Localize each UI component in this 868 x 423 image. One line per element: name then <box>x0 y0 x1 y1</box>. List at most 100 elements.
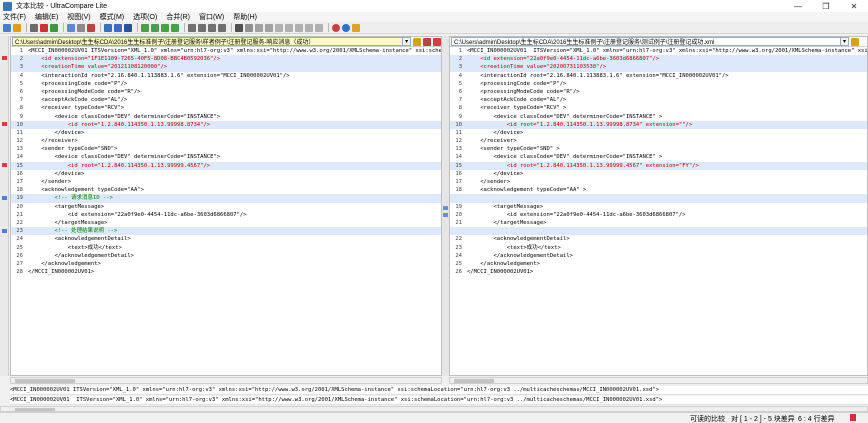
code-line[interactable]: 12 </receiver> <box>11 137 441 145</box>
open-folder-icon[interactable] <box>13 23 21 32</box>
bookmark-icon[interactable] <box>285 23 293 32</box>
code-line[interactable]: 14 <device classCode="DEV" determinerCod… <box>11 153 441 161</box>
code-line[interactable]: 11 </device> <box>450 129 867 137</box>
code-line[interactable]: 3 <creationTime value="20121108120000"/> <box>11 63 441 72</box>
sync-scroll-icon[interactable] <box>124 23 132 32</box>
paste-icon[interactable] <box>77 23 85 32</box>
code-line[interactable]: 9 <device classCode="DEV" determinerCode… <box>450 113 867 121</box>
code-line[interactable] <box>450 227 867 236</box>
code-line[interactable]: 17 </sender> <box>450 178 867 186</box>
compare-scroll-thumb[interactable] <box>15 408 55 411</box>
last-diff-icon[interactable] <box>171 23 179 32</box>
code-line[interactable]: 10 <id root="1.2.840.114350.1.13.99998.8… <box>11 120 441 129</box>
change-gutter[interactable] <box>0 36 9 376</box>
merge-right-arrow-icon[interactable] <box>443 206 448 210</box>
split-view-icon[interactable] <box>114 23 122 32</box>
code-line[interactable]: 14 <device classCode="DEV" determinerCod… <box>450 153 867 161</box>
left-horizontal-scrollbar[interactable] <box>10 377 442 384</box>
change-marker[interactable] <box>2 56 7 60</box>
left-file-pane[interactable]: ▾ 1 <MCCI_IN000002UV01 ITSVersion="XML_1.… <box>10 36 442 376</box>
code-line[interactable]: 7 <acceptAckCode code="AL"/> <box>450 96 867 104</box>
filter-icon[interactable] <box>305 23 313 32</box>
ignore-icon[interactable] <box>315 23 323 32</box>
right-file-pane[interactable]: ▾ 1 <MCCI_IN000002UV01 ITSVersion="XML_1.… <box>449 36 868 376</box>
code-line[interactable]: 7 <acceptAckCode code="AL"/> <box>11 96 441 104</box>
delete-icon[interactable] <box>87 23 95 32</box>
code-line[interactable]: 3 <creationTime value="20200731103538"/> <box>450 63 867 72</box>
code-line[interactable]: 21 <id extension="22a0f9e0-4454-11dc-a6b… <box>11 211 441 219</box>
help-icon[interactable] <box>342 23 350 32</box>
code-line[interactable]: 17 </sender> <box>11 178 441 186</box>
right-horizontal-scrollbar[interactable] <box>449 377 868 384</box>
save-all-icon[interactable] <box>235 23 243 32</box>
code-line[interactable]: 8 <receiver typeCode="RCV"> <box>11 104 441 112</box>
code-line[interactable]: 24 </acknowledgementDetail> <box>450 252 867 260</box>
recompare-icon[interactable] <box>50 23 58 32</box>
stop-icon[interactable] <box>40 23 48 32</box>
code-line[interactable]: 21 </targetMessage> <box>450 219 867 227</box>
next-diff-icon[interactable] <box>161 23 169 32</box>
code-line[interactable]: 1 <MCCI_IN000002UV01 ITSVersion="XML_1.0"… <box>11 47 441 55</box>
code-line[interactable]: 12 </receiver> <box>450 137 867 145</box>
replace-icon[interactable] <box>265 23 273 32</box>
right-path-input[interactable] <box>451 37 841 46</box>
menu-options[interactable]: 选项(O) <box>133 12 157 22</box>
code-line[interactable]: 13 <sender typeCode="SND"> <box>11 145 441 153</box>
change-marker[interactable] <box>2 163 7 167</box>
code-line[interactable]: 23 <text>成功</text> <box>450 244 867 252</box>
code-line[interactable]: 15 <id root="1.2.840.114350.1.13.99999.4… <box>11 161 441 170</box>
code-line[interactable]: 22 <acknowledgementDetail> <box>450 235 867 243</box>
code-line[interactable]: 23 <!-- 处理结果说明 --> <box>11 227 441 236</box>
menu-edit[interactable]: 编辑(E) <box>35 12 58 22</box>
merge-left-icon[interactable] <box>188 23 196 32</box>
prev-diff-icon[interactable] <box>151 23 159 32</box>
left-scroll-thumb[interactable] <box>15 379 75 383</box>
web-icon[interactable] <box>332 23 340 32</box>
menu-merge[interactable]: 合并(R) <box>166 12 190 22</box>
code-line[interactable]: 5 <processingCode code="P"/> <box>450 80 867 88</box>
code-line[interactable]: 6 <processingModeCode code="R"/> <box>11 88 441 96</box>
menu-view[interactable]: 视图(V) <box>67 12 90 22</box>
code-line[interactable]: 2 <id extension="22a0f9e0-4454-11dc-a6be… <box>450 55 867 64</box>
code-line[interactable]: 11 </device> <box>11 129 441 137</box>
code-line[interactable]: 2 <id extension="1F1E1109-7265-40F5-8D08… <box>11 55 441 64</box>
right-open-folder-icon[interactable] <box>851 37 859 46</box>
code-line[interactable]: 4 <interactionId root="2.16.840.1.113883… <box>450 72 867 80</box>
code-line[interactable]: 18 <acknowledgement typeCode="AA"> <box>11 186 441 194</box>
info-icon[interactable] <box>352 23 360 32</box>
left-path-input[interactable] <box>12 37 404 46</box>
code-line[interactable]: 26 </acknowledgementDetail> <box>11 252 441 260</box>
options-icon[interactable] <box>295 23 303 32</box>
code-line[interactable]: 27 </acknowledgement> <box>11 260 441 268</box>
right-scroll-thumb[interactable] <box>454 379 494 383</box>
left-reload-icon[interactable] <box>423 37 432 46</box>
goto-icon[interactable] <box>275 23 283 32</box>
code-line[interactable]: 9 <device classCode="DEV" determinerCode… <box>11 113 441 121</box>
print-icon[interactable] <box>245 23 253 32</box>
code-line[interactable] <box>450 194 867 203</box>
change-marker[interactable] <box>2 196 7 200</box>
code-line[interactable]: 18 <acknowledgement typeCode="AA" > <box>450 186 867 194</box>
redo-icon[interactable] <box>218 23 226 32</box>
code-line[interactable]: 10 <id root="1.2.840.114350.1.13.99998.8… <box>450 120 867 129</box>
right-path-dropdown[interactable]: ▾ <box>841 37 849 46</box>
close-button[interactable]: ✕ <box>840 0 868 12</box>
code-line[interactable]: 1 <MCCI_IN000002UV01 ITSVersion="XML_1.0"… <box>450 47 867 55</box>
left-open-folder-icon[interactable] <box>413 37 422 46</box>
code-line[interactable]: 5 <processingCode code="P"/> <box>11 80 441 88</box>
code-line[interactable]: 25 </acknowledgement> <box>450 260 867 268</box>
code-line[interactable]: 24 <acknowledgementDetail> <box>11 235 441 243</box>
code-line[interactable]: 28 </MCCI_IN000002UV01> <box>11 268 441 276</box>
code-line[interactable]: 16 </device> <box>11 170 441 178</box>
merge-left-arrow-icon[interactable] <box>443 213 448 217</box>
menu-mode[interactable]: 模式(M) <box>100 12 125 22</box>
code-line[interactable]: 16 </device> <box>450 170 867 178</box>
menu-window[interactable]: 窗口(W) <box>199 12 224 22</box>
undo-icon[interactable] <box>208 23 216 32</box>
left-font-icon[interactable] <box>433 37 441 46</box>
save-icon[interactable] <box>30 23 38 32</box>
pane-divider[interactable] <box>442 36 449 376</box>
code-line[interactable]: 22 </targetMessage> <box>11 219 441 227</box>
code-line[interactable]: 25 <text>成功</text> <box>11 244 441 252</box>
find-icon[interactable] <box>255 23 263 32</box>
